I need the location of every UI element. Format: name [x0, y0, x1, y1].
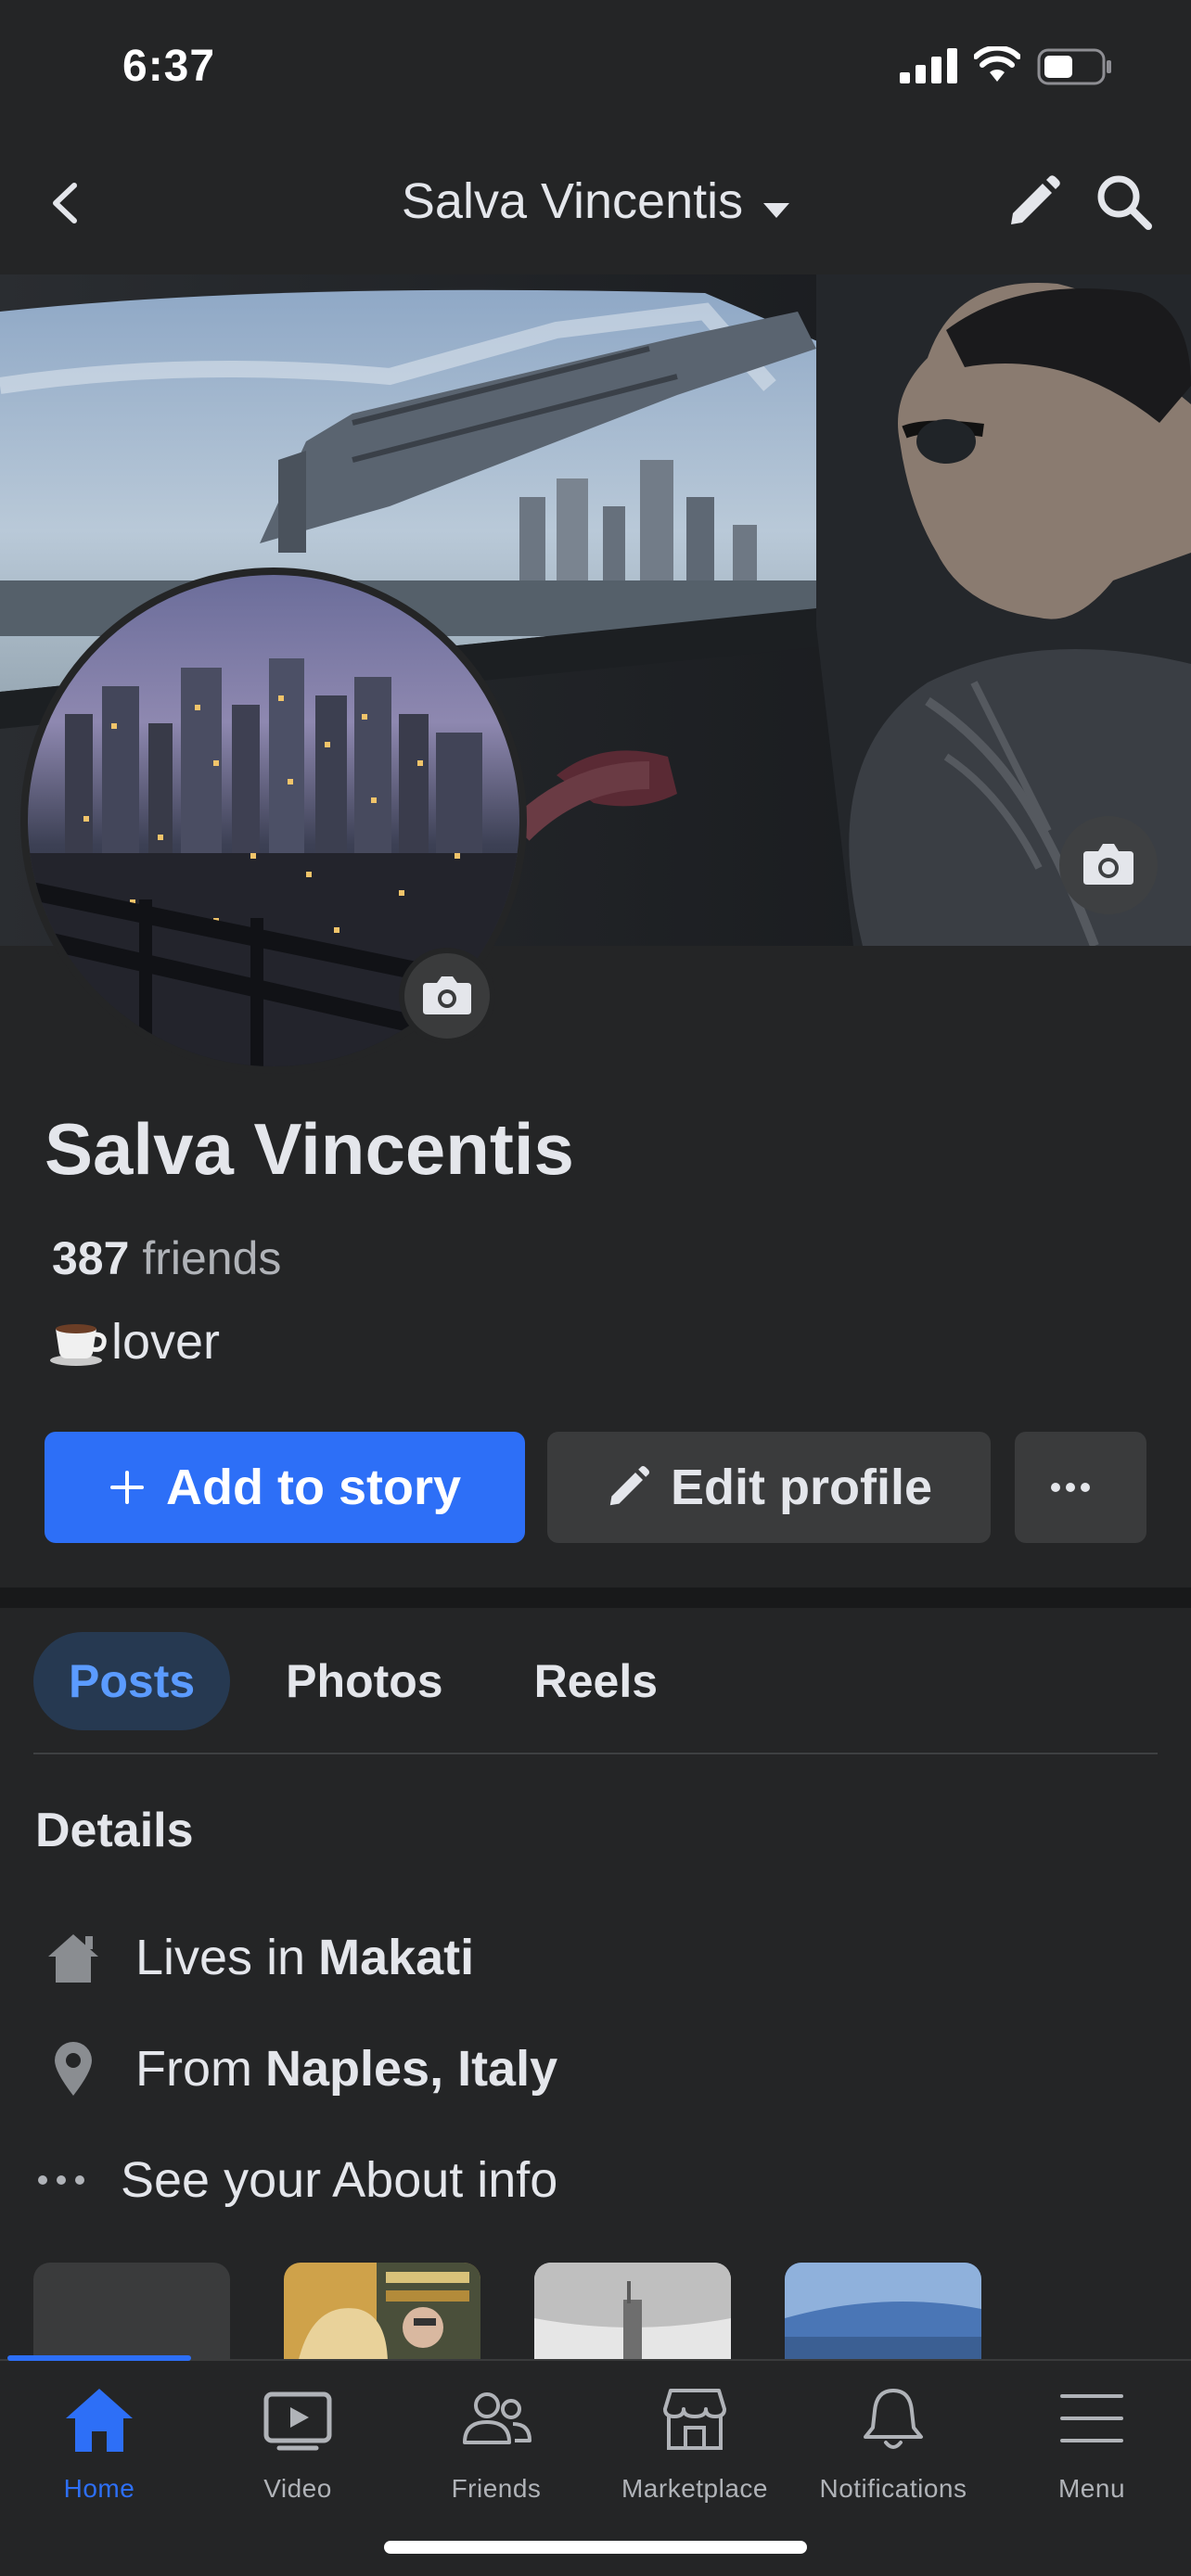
friends-icon: [463, 2392, 531, 2444]
bio-text: lover: [111, 1314, 221, 1370]
chevron-down-icon: [763, 202, 790, 218]
home-icon: [48, 1934, 98, 1983]
tabs-divider: [33, 1753, 1158, 1754]
tab-home-label: Home: [63, 2474, 135, 2503]
battery-icon: [1037, 48, 1111, 85]
details-title: Details: [35, 1804, 194, 1857]
lives-in-value: Makati: [318, 1930, 475, 1985]
tab-home[interactable]: Home: [0, 2361, 198, 2528]
pencil-icon: [609, 1465, 650, 1506]
featured-photo[interactable]: [534, 2263, 731, 2359]
tab-marketplace-label: Marketplace: [621, 2474, 768, 2503]
search-icon[interactable]: [1095, 172, 1154, 232]
wifi-icon: [974, 46, 1020, 82]
menu-icon: [1060, 2394, 1123, 2442]
friends-count[interactable]: 387 friends: [52, 1231, 281, 1285]
home-icon: [66, 2389, 133, 2452]
tab-video[interactable]: Video: [198, 2361, 397, 2528]
profile-header: Salva Vincentis: [0, 130, 1191, 274]
camera-icon: [423, 976, 471, 1014]
add-to-story-label: Add to story: [166, 1460, 461, 1515]
friends-label: friends: [142, 1232, 282, 1284]
more-icon: [1051, 1483, 1090, 1492]
about-info-label: See your About info: [121, 2152, 558, 2208]
edit-profile-label: Edit profile: [671, 1460, 932, 1515]
tab-friends[interactable]: Friends: [397, 2361, 596, 2528]
featured-photo[interactable]: [284, 2263, 480, 2359]
status-time: 6:37: [122, 42, 216, 91]
profile-tabs: Posts Photos Reels: [33, 1632, 713, 1730]
more-icon: [38, 2175, 84, 2185]
tab-menu-label: Menu: [1057, 2474, 1126, 2503]
location-pin-icon: [55, 2042, 92, 2096]
edit-cover-photo-button[interactable]: [1059, 816, 1158, 914]
profile-bio: lover: [48, 1313, 220, 1371]
video-icon: [263, 2391, 332, 2451]
marketplace-icon: [663, 2389, 726, 2450]
plus-icon: [110, 1471, 144, 1504]
more-options-button[interactable]: [1015, 1432, 1146, 1543]
featured-photos-row: [33, 2263, 1158, 2359]
detail-lives-in: Lives in Makati: [37, 1927, 474, 1988]
tab-notifications-label: Notifications: [819, 2474, 967, 2503]
tab-posts[interactable]: Posts: [33, 1632, 231, 1730]
friends-number: 387: [52, 1232, 130, 1284]
coffee-cup-icon: [50, 1324, 107, 1366]
tab-notifications[interactable]: Notifications: [794, 2361, 992, 2528]
from-value: Naples, Italy: [264, 2041, 558, 2097]
from-prefix: From: [135, 2041, 252, 2097]
detail-from: From Naples, Italy: [37, 2038, 557, 2099]
tab-marketplace[interactable]: Marketplace: [596, 2361, 794, 2528]
home-indicator[interactable]: [384, 2541, 807, 2554]
section-divider: [0, 1588, 1191, 1608]
profile-name: Salva Vincentis: [45, 1108, 574, 1190]
tab-video-label: Video: [263, 2474, 332, 2503]
tab-reels[interactable]: Reels: [499, 1632, 693, 1730]
lives-in-prefix: Lives in: [135, 1930, 306, 1985]
cellular-signal-icon: [900, 48, 957, 83]
pencil-icon[interactable]: [1005, 174, 1061, 230]
tab-photos[interactable]: Photos: [250, 1632, 478, 1730]
camera-icon: [1083, 844, 1133, 885]
edit-profile-button[interactable]: Edit profile: [547, 1432, 991, 1543]
nav-title: Salva Vincentis: [401, 173, 744, 229]
active-tab-indicator: [7, 2355, 191, 2361]
featured-photo[interactable]: [785, 2263, 981, 2359]
status-bar: 6:37: [0, 0, 1191, 130]
tab-menu[interactable]: Menu: [992, 2361, 1191, 2528]
add-to-story-button[interactable]: Add to story: [45, 1432, 525, 1543]
featured-photo-placeholder[interactable]: [33, 2263, 230, 2359]
bell-icon: [864, 2389, 923, 2449]
edit-profile-picture-button[interactable]: [399, 948, 495, 1044]
tab-friends-label: Friends: [451, 2474, 542, 2503]
see-about-info-link[interactable]: See your About info: [33, 2149, 557, 2211]
